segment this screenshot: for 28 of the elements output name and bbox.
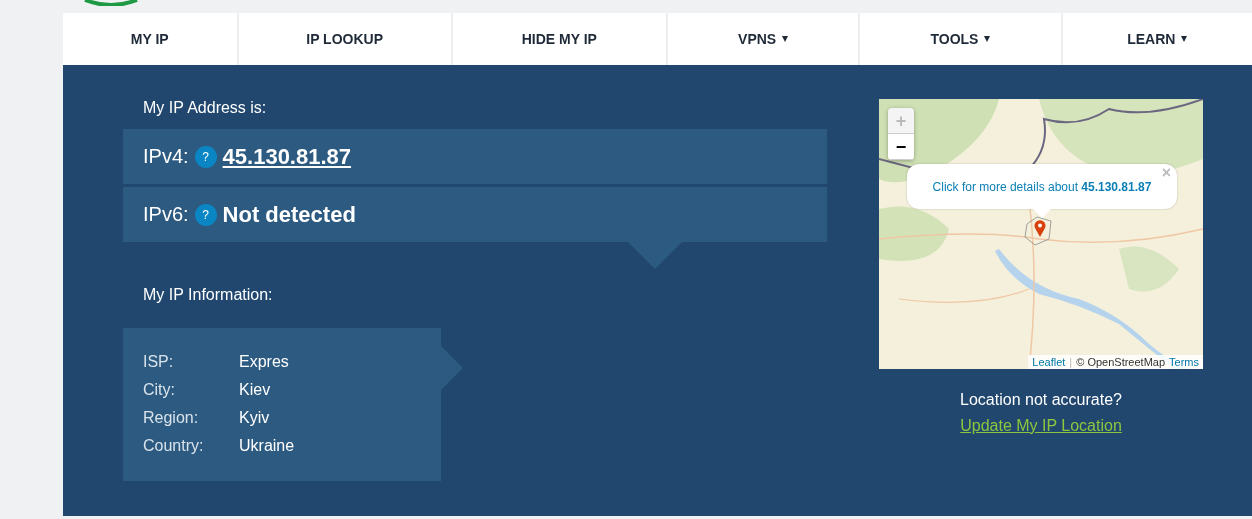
section-heading: My IP Address is:: [142, 99, 268, 118]
info-value: Ukraine: [239, 437, 295, 455]
ip-address-link[interactable]: 45.130.81.87: [222, 143, 352, 170]
info-label: ISP:: [143, 353, 175, 371]
leaflet-link[interactable]: Leaflet: [1032, 356, 1066, 368]
terms-link[interactable]: Terms: [1169, 356, 1199, 368]
attribution-text: © OpenStreetMap: [1076, 356, 1166, 368]
map-marker-icon[interactable]: [1034, 220, 1046, 237]
popup-link[interactable]: Click for more details about 45.130.81.87: [932, 179, 1152, 194]
info-value: Kyiv: [239, 409, 270, 427]
help-icon[interactable]: ?: [194, 145, 217, 168]
info-label: Region:: [143, 409, 200, 427]
ip-label: IPv6:: [143, 203, 189, 226]
separator: |: [1069, 356, 1073, 368]
info-label: Country:: [143, 437, 205, 455]
update-location-link[interactable]: Update My IP Location: [960, 417, 1122, 435]
ip-label: IPv4:: [143, 145, 189, 168]
info-label: City:: [143, 381, 176, 399]
zoom-out-button[interactable]: −: [888, 134, 914, 160]
help-icon[interactable]: ?: [194, 203, 217, 226]
info-value: Expres: [239, 353, 289, 371]
info-value: Kiev: [239, 381, 271, 399]
popup-pointer: [1032, 208, 1052, 218]
location-question: Location not accurate?: [960, 391, 1122, 409]
nav-link[interactable]: LEARN: [1062, 13, 1252, 65]
logo-icon[interactable]: [81, 0, 141, 6]
ip-value: Not detected: [222, 201, 356, 228]
section-heading: My IP Information:: [142, 286, 274, 305]
